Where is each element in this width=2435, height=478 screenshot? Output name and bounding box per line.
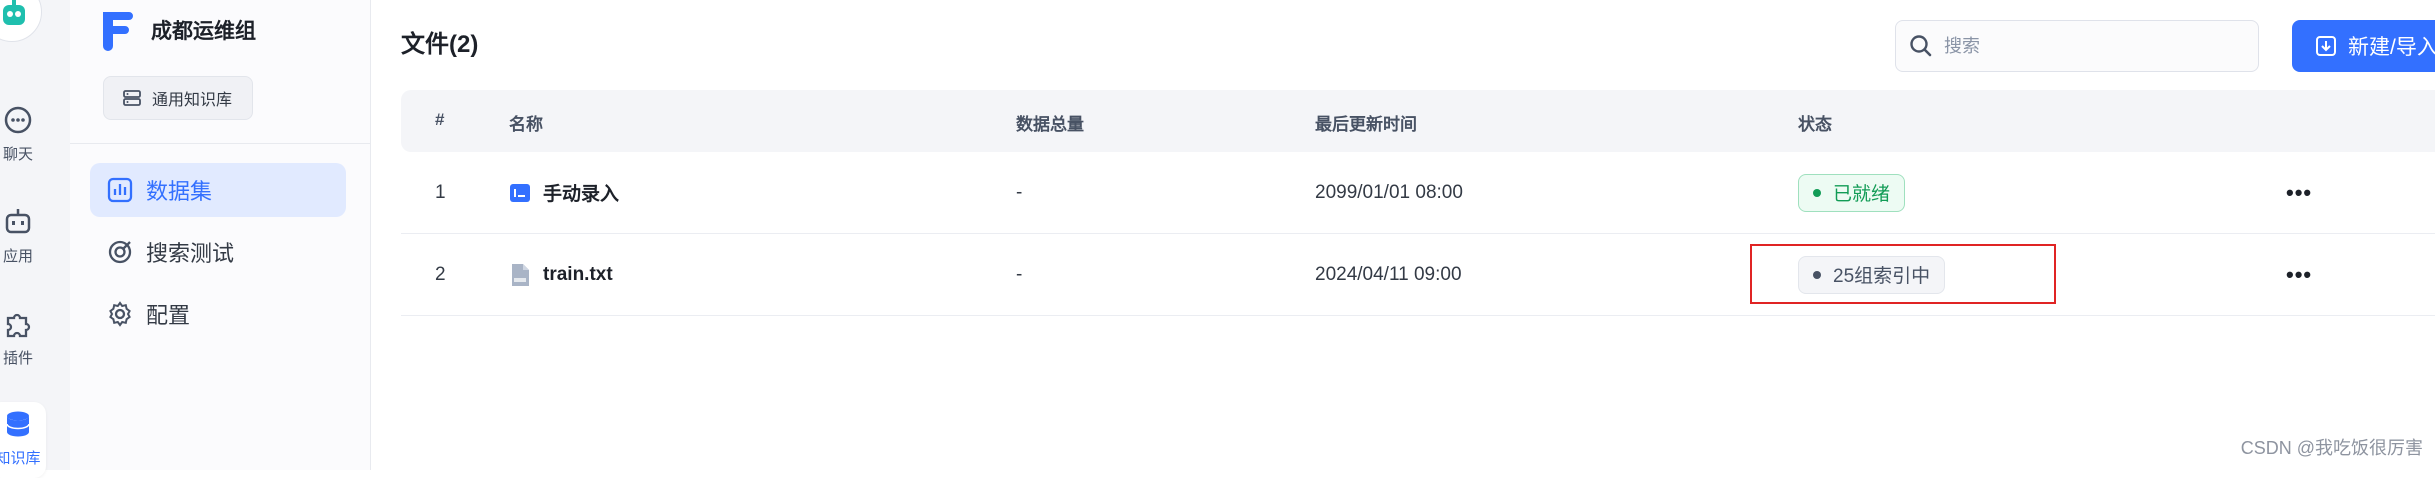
robot-avatar-icon	[3, 0, 25, 25]
table-row[interactable]: 1 手动录入 - 2099/01/01 08:00 已就绪 •••	[401, 152, 2435, 234]
more-options-icon[interactable]: •••	[2286, 180, 2312, 206]
manual-entry-icon	[510, 183, 530, 202]
search-box[interactable]	[1895, 20, 2259, 72]
rail-item-chat[interactable]: 聊天	[0, 104, 46, 164]
files-table: # 名称 数据总量 最后更新时间 状态 1 手动录入 - 2099/01/01 …	[401, 90, 2435, 316]
more-options-icon[interactable]: •••	[2286, 262, 2312, 288]
row-status-cell: 已就绪	[1798, 152, 1906, 233]
row-name-cell[interactable]: train.txt	[509, 234, 613, 315]
rail-label-knowledge: 知识库	[0, 450, 41, 467]
main-content: 文件(2) 新建/导入 # 名称 数据总量 最后更新时间 状态 1	[371, 0, 2435, 470]
rail-item-apps[interactable]: 应用	[0, 206, 46, 266]
gear-icon	[109, 301, 131, 327]
rail-label-apps: 应用	[2, 248, 33, 265]
rail-label-chat: 聊天	[2, 146, 33, 163]
kb-type-tag[interactable]: 通用知识库	[103, 76, 254, 120]
menu-label-dataset: 数据集	[146, 179, 213, 204]
import-icon	[2316, 36, 2336, 56]
row-index: 1	[435, 181, 446, 203]
row-index: 2	[435, 263, 446, 285]
database-icon	[6, 411, 30, 437]
col-total: 数据总量	[1016, 115, 1084, 134]
row-total: -	[1016, 181, 1023, 203]
row-name: 手动录入	[543, 184, 620, 205]
sidebar-divider	[70, 143, 370, 144]
txt-file-icon	[512, 263, 529, 286]
puzzle-icon	[6, 313, 31, 338]
table-row[interactable]: 2 train.txt - 2024/04/11 09:00 25组索引中 ••…	[401, 234, 2435, 316]
search-input[interactable]	[1942, 34, 2246, 58]
search-icon	[1910, 35, 1932, 57]
kb-logo-icon	[103, 12, 133, 51]
status-badge: 已就绪	[1798, 173, 1906, 212]
row-more-cell: •••	[2286, 152, 2312, 233]
search-test-icon	[108, 240, 132, 264]
watermark: CSDN @我吃饭很厉害	[2240, 438, 2423, 458]
row-name: train.txt	[543, 263, 613, 285]
rail-item-plugins[interactable]: 插件	[0, 308, 46, 368]
user-avatar[interactable]	[0, 0, 42, 42]
kb-name: 成都运维组	[151, 20, 256, 43]
kb-type-label: 通用知识库	[152, 92, 233, 109]
row-name-cell[interactable]: 手动录入	[509, 152, 619, 233]
new-import-label: 新建/导入	[2348, 36, 2435, 59]
table-header: # 名称 数据总量 最后更新时间 状态	[401, 90, 2435, 152]
menu-label-config: 配置	[146, 303, 191, 328]
row-updated: 2024/04/11 09:00	[1315, 263, 1462, 285]
row-more-cell: •••	[2286, 234, 2312, 315]
chat-icon	[4, 106, 32, 134]
status-dot	[1813, 188, 1821, 197]
rail-item-knowledge[interactable]: 知识库	[0, 402, 46, 478]
menu-label-search-test: 搜索测试	[146, 241, 235, 266]
kb-header: 成都运维组	[97, 8, 256, 52]
row-updated: 2099/01/01 08:00	[1315, 181, 1463, 203]
rail-label-plugins: 插件	[2, 350, 33, 367]
server-icon	[123, 90, 141, 106]
page-title: 文件(2)	[401, 31, 479, 58]
sidebar-menu: 数据集 搜索测试 配置	[90, 163, 346, 349]
col-updated: 最后更新时间	[1315, 115, 1417, 134]
highlight-box	[1750, 244, 2056, 304]
col-name: 名称	[509, 115, 543, 134]
nav-rail: 聊天 应用 插件 知识库	[0, 0, 71, 478]
knowledge-sidebar: 成都运维组 通用知识库 数据集 搜索测试 配置	[70, 0, 371, 470]
robot-icon	[5, 209, 31, 234]
col-status: 状态	[1798, 115, 1832, 134]
row-total: -	[1016, 263, 1023, 285]
col-index: #	[435, 110, 445, 129]
menu-item-search-test[interactable]: 搜索测试	[90, 225, 346, 279]
menu-item-config[interactable]: 配置	[90, 287, 346, 341]
menu-item-dataset[interactable]: 数据集	[90, 163, 346, 217]
status-label: 已就绪	[1833, 184, 1891, 205]
dataset-icon	[107, 177, 133, 203]
new-import-button[interactable]: 新建/导入	[2292, 20, 2435, 72]
